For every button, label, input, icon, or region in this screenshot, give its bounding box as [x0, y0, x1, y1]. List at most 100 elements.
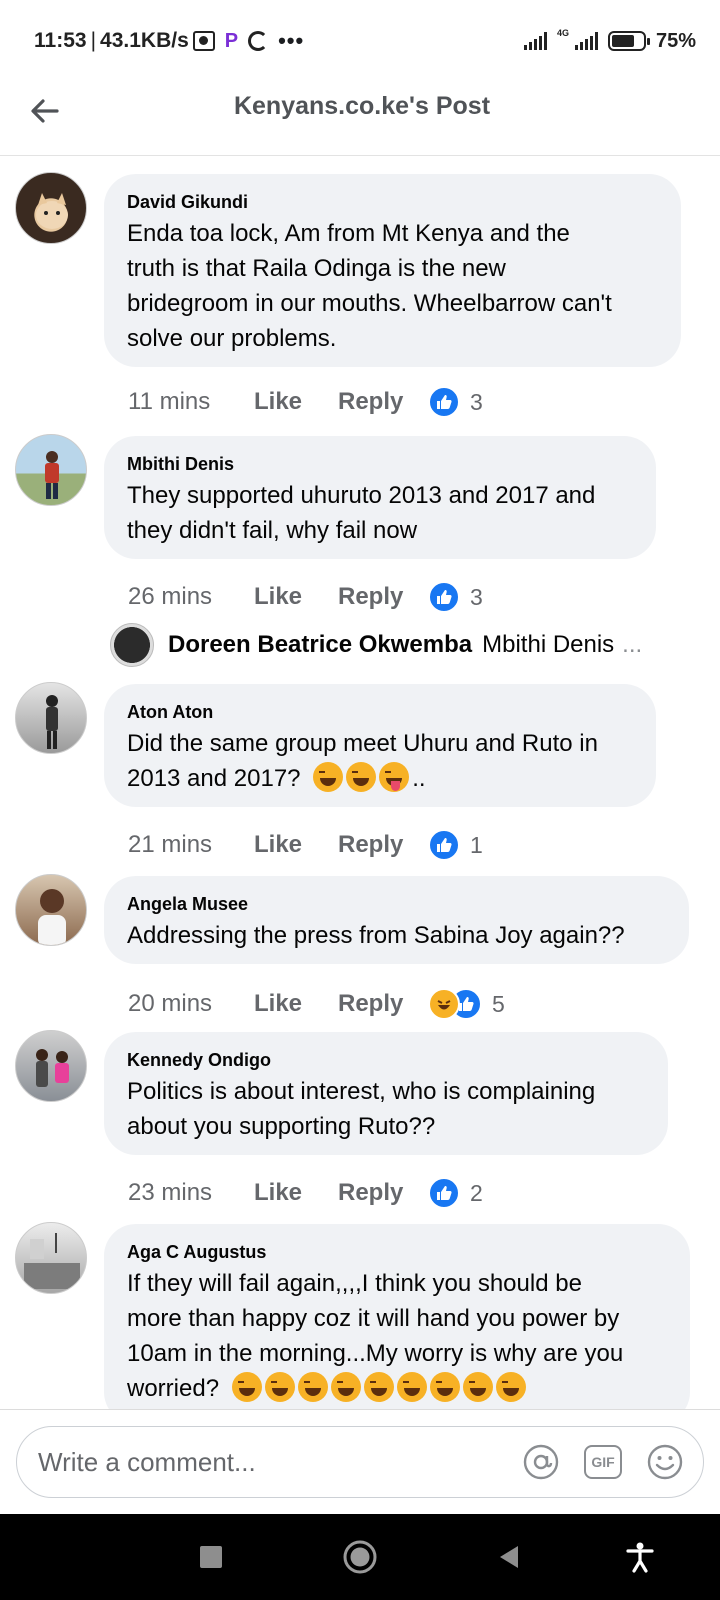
more-notifications-icon: ••• [278, 28, 305, 53]
comment-bubble[interactable]: Mbithi Denis They supported uhuruto 2013… [104, 436, 656, 559]
comment-bubble[interactable]: David Gikundi Enda toa lock, Am from Mt … [104, 174, 681, 367]
avatar[interactable] [15, 1030, 87, 1102]
reply-button[interactable]: Reply [338, 1179, 428, 1207]
avatar[interactable] [15, 1222, 87, 1294]
comment-line: they didn't fail, why fail now [127, 517, 418, 544]
comment-timestamp[interactable]: 26 mins [128, 583, 254, 611]
commenter-name[interactable]: Aton Aton [127, 700, 634, 724]
network-type-label: 4G [556, 28, 569, 38]
battery-level [611, 35, 635, 47]
comment-line: more than happy coz it will hand you pow… [127, 1305, 620, 1332]
laughing-emoji-icon [462, 1372, 493, 1402]
reply-preview[interactable]: Doreen Beatrice Okwemba Mbithi Denis ... [110, 621, 710, 669]
at-sign-icon[interactable] [521, 1442, 561, 1482]
like-button[interactable]: Like [254, 388, 338, 416]
reply-ellipsis: ... [622, 631, 643, 658]
reply-button[interactable]: Reply [338, 583, 428, 611]
home-button[interactable] [341, 1538, 379, 1576]
comment-timestamp[interactable]: 11 mins [128, 388, 254, 416]
laughing-emoji-icon [363, 1372, 394, 1402]
comment-line: Did the same group meet Uhuru and Ruto i… [127, 730, 598, 757]
like-button[interactable]: Like [254, 583, 338, 611]
gif-label: GIF [584, 1445, 622, 1479]
comment-line: truth is that Raila Odinga is the new [127, 255, 506, 282]
comment-timestamp[interactable]: 23 mins [128, 1179, 254, 1207]
comment-text: Enda toa lock, Am from Mt Kenya and the … [127, 216, 659, 356]
comment-text: Did the same group meet Uhuru and Ruto i… [127, 726, 634, 796]
accessibility-button[interactable] [621, 1538, 659, 1576]
back-nav-button[interactable] [490, 1538, 528, 1576]
square-icon [200, 1546, 222, 1568]
reaction-summary[interactable]: 3 [428, 581, 483, 613]
avatar[interactable] [15, 172, 87, 244]
gif-icon[interactable]: GIF [583, 1442, 623, 1482]
commenter-name[interactable]: Angela Musee [127, 892, 667, 916]
cell-signal-icon [574, 32, 598, 50]
avatar[interactable] [15, 874, 87, 946]
comment-bubble[interactable]: Angela Musee Addressing the press from S… [104, 876, 689, 964]
reaction-summary[interactable]: 5 [428, 988, 505, 1020]
comment-input[interactable]: Write a comment... GIF [16, 1426, 704, 1498]
reply-button[interactable]: Reply [338, 990, 428, 1018]
comment-line: worried? [127, 1371, 668, 1406]
status-bar: 11:53 | 43.1KB/s P ••• 4G 75% [0, 0, 720, 82]
comment-text: If they will fail again,,,,I think you s… [127, 1266, 668, 1406]
reaction-summary[interactable]: 2 [428, 1177, 483, 1209]
reaction-count: 2 [470, 1179, 483, 1206]
comments-feed[interactable]: David Gikundi Enda toa lock, Am from Mt … [0, 156, 720, 1409]
recents-button[interactable] [192, 1538, 230, 1576]
triangle-back-icon [500, 1546, 518, 1568]
laughing-emoji-icon [264, 1372, 295, 1402]
comment-timestamp[interactable]: 21 mins [128, 831, 254, 859]
like-button[interactable]: Like [254, 1179, 338, 1207]
comment-bubble[interactable]: Aga C Augustus If they will fail again,,… [104, 1224, 690, 1409]
reply-button[interactable]: Reply [338, 388, 428, 416]
comment-composer-bar: Write a comment... GIF [0, 1409, 720, 1514]
smiley-icon[interactable] [645, 1442, 685, 1482]
page-title: Kenyans.co.ke's Post [233, 92, 491, 120]
commenter-name[interactable]: David Gikundi [127, 190, 659, 214]
reaction-summary[interactable]: 3 [428, 386, 483, 418]
comment-line: Addressing the press from Sabina Joy aga… [127, 922, 625, 949]
laughing-emoji-icon [231, 1372, 262, 1402]
comment-input-placeholder: Write a comment... [38, 1446, 256, 1477]
avatar[interactable] [15, 434, 87, 506]
like-button[interactable]: Like [254, 831, 338, 859]
person-photo-icon [46, 695, 58, 749]
commenter-name[interactable]: Kennedy Ondigo [127, 1048, 646, 1072]
comment-actions: 23 mins Like Reply 2 [128, 1173, 483, 1213]
system-nav-bar [0, 1514, 720, 1600]
comment-line: about you supporting Ruto?? [127, 1113, 436, 1140]
comment-bubble[interactable]: Kennedy Ondigo Politics is about interes… [104, 1032, 668, 1155]
commenter-name[interactable]: Aga C Augustus [127, 1240, 668, 1264]
comment-line: Politics is about interest, who is compl… [127, 1078, 596, 1105]
comment-bubble[interactable]: Aton Aton Did the same group meet Uhuru … [104, 684, 656, 807]
commenter-name[interactable]: Mbithi Denis [127, 452, 634, 476]
reply-button[interactable]: Reply [338, 831, 428, 859]
comment-actions: 21 mins Like Reply 1 [128, 825, 483, 865]
comment-trailing: .. [412, 765, 426, 792]
winking-tongue-emoji-icon [379, 762, 410, 792]
reaction-count: 5 [492, 990, 505, 1017]
comment-actions: 11 mins Like Reply 3 [128, 382, 483, 422]
like-button[interactable]: Like [254, 990, 338, 1018]
comment-line: 10am in the morning...My worry is why ar… [127, 1340, 624, 1367]
reply-snippet: Mbithi Denis [482, 631, 615, 658]
people-photo-icon [36, 1049, 69, 1087]
avatar [110, 623, 154, 667]
swirl-app-icon [248, 31, 269, 51]
comment-timestamp[interactable]: 20 mins [128, 990, 254, 1018]
comment-line: 2013 and 2017? .. [127, 761, 634, 796]
accessibility-icon [626, 1542, 654, 1573]
home-circle-icon [343, 1540, 377, 1574]
laughing-emoji-icon [313, 762, 344, 792]
comment-line: bridegroom in our mouths. Wheelbarrow ca… [127, 290, 612, 317]
reply-author-name[interactable]: Doreen Beatrice Okwemba [168, 631, 472, 659]
avatar[interactable] [15, 682, 87, 754]
notification-app-icon [192, 31, 215, 51]
laughing-emoji-icon [396, 1372, 427, 1402]
comment-line: If they will fail again,,,,I think you s… [127, 1270, 582, 1297]
room-photo-icon [24, 1233, 80, 1289]
p-app-icon: P [224, 29, 239, 52]
reaction-summary[interactable]: 1 [428, 829, 483, 861]
